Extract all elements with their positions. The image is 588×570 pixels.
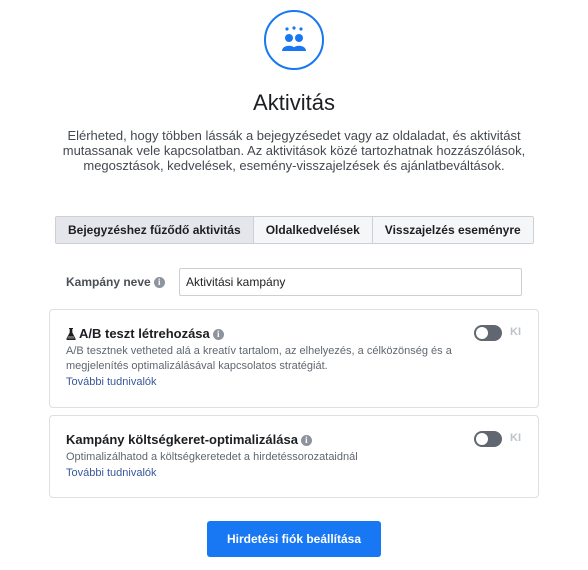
page-description: Elérheted, hogy többen lássák a bejegyzé… [62, 128, 526, 173]
budget-optimization-card: Kampány költségkeret-optimalizálása i Opt… [49, 415, 539, 498]
ad-account-setup-button[interactable]: Hirdetési fiók beállítása [207, 521, 381, 557]
page-title: Aktivitás [253, 90, 335, 115]
campaign-name-label-text: Kampány neve [66, 275, 151, 289]
objective-tabs: Bejegyzéshez fűződő aktivitás Oldalkedve… [55, 216, 534, 244]
ab-test-toggle[interactable] [474, 325, 502, 341]
budget-optimization-learn-more-link[interactable]: További tudnivalók [66, 467, 157, 479]
people-group-icon [264, 10, 324, 70]
tab-event-responses[interactable]: Visszajelzés eseményre [372, 217, 533, 243]
ab-test-toggle-state: KI [510, 326, 521, 338]
budget-optimization-title: Kampány költségkeret-optimalizálása i [66, 432, 312, 447]
toggle-knob [476, 433, 488, 445]
campaign-name-row: Kampány neve i [66, 268, 522, 296]
budget-optimization-title-text: Kampány költségkeret-optimalizálása [66, 432, 298, 447]
info-icon[interactable]: i [153, 277, 165, 289]
flask-icon [66, 328, 76, 343]
ab-test-title-text: A/B teszt létrehozása [79, 326, 210, 341]
tab-page-likes[interactable]: Oldalkedvelések [253, 217, 373, 243]
ab-test-title: A/B teszt létrehozása i [66, 326, 224, 343]
toggle-knob [476, 327, 488, 339]
budget-optimization-toggle[interactable] [474, 431, 502, 447]
budget-optimization-description: Optimalizálhatod a költségkeretedet a hi… [66, 451, 358, 463]
info-icon[interactable]: i [300, 435, 312, 447]
tab-post-engagement[interactable]: Bejegyzéshez fűződő aktivitás [56, 217, 254, 243]
ab-test-card: A/B teszt létrehozása i A/B tesztnek veth… [49, 309, 539, 408]
info-icon[interactable]: i [212, 329, 224, 341]
ab-test-learn-more-link[interactable]: További tudnivalók [66, 376, 157, 388]
ab-test-description: A/B tesztnek vetheted alá a kreatív tart… [66, 345, 452, 372]
campaign-name-label: Kampány neve i [66, 275, 165, 289]
campaign-name-input[interactable] [179, 268, 522, 296]
budget-optimization-toggle-state: KI [510, 432, 521, 444]
